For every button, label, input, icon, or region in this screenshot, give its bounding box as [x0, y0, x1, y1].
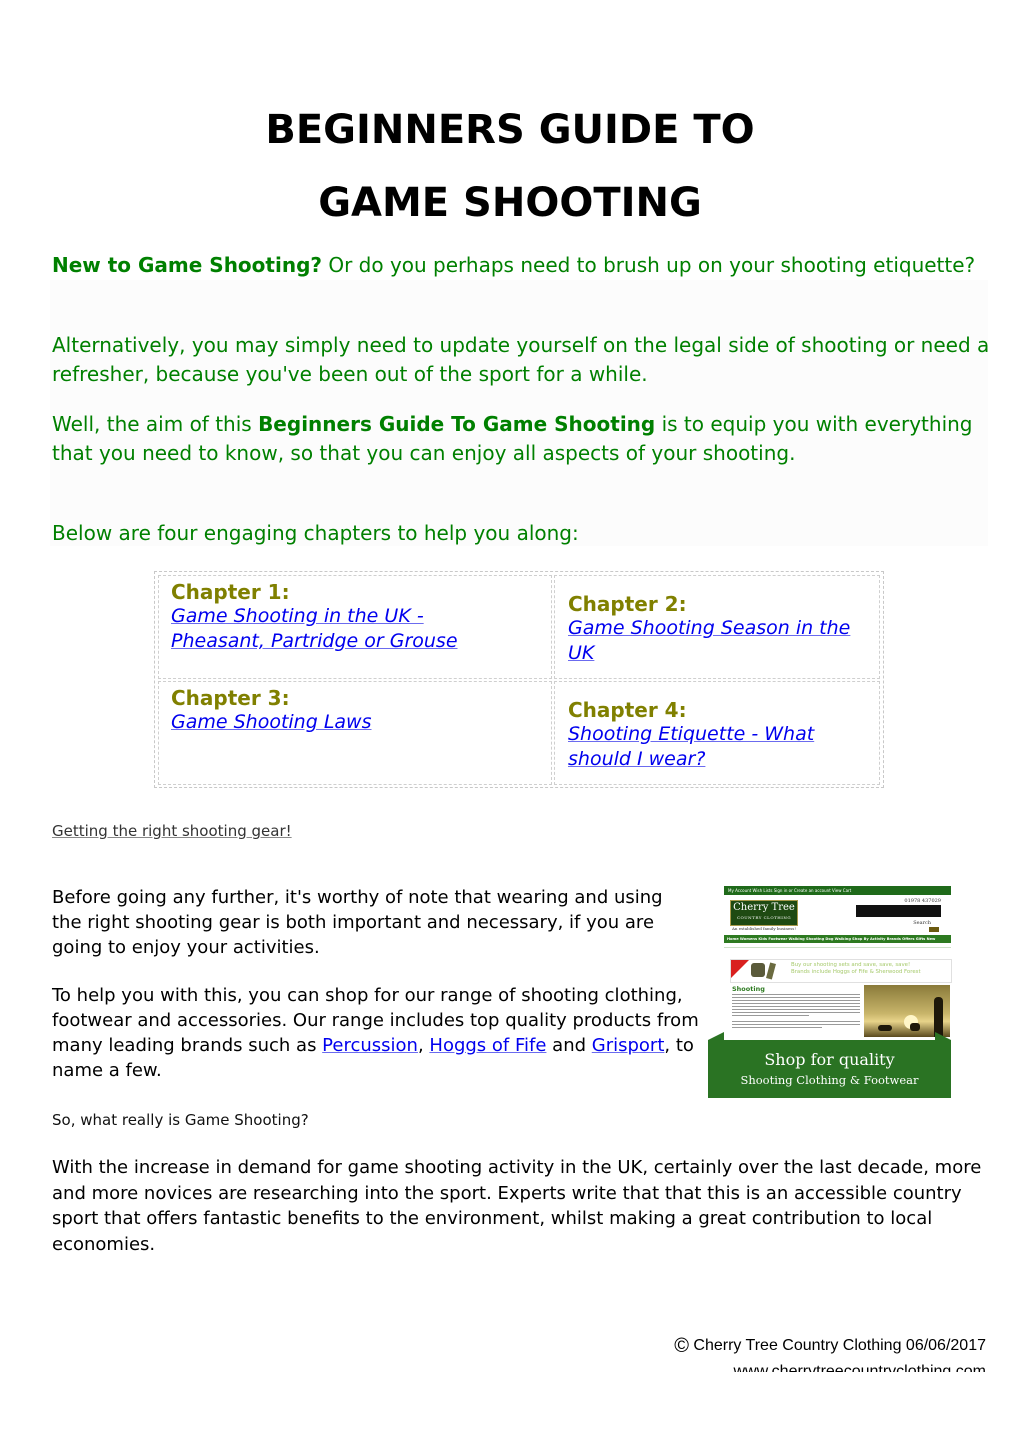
jacket-icon [751, 963, 765, 977]
banner-logo-sub: COUNTRY CLOTHING [736, 915, 792, 920]
save-ribbon-icon [731, 960, 749, 978]
banner-promo: Buy our shooting sets and save, save, sa… [730, 959, 952, 983]
gear-paragraph-1: Before going any further, it's worthy of… [52, 887, 663, 958]
banner-cta: Shop for quality Shooting Clothing & Foo… [708, 1040, 951, 1098]
chapter-cell-4: Chapter 4: Shooting Etiquette - What sho… [554, 681, 880, 785]
banner-ribbon-right [935, 1032, 951, 1040]
footer-copyright: © Cherry Tree Country Clothing 06/06/201… [674, 1335, 986, 1358]
chapter-4-label: Chapter 4: [568, 698, 687, 722]
gear-sep-1: , [417, 1035, 430, 1056]
banner-logo-main: Cherry Tree [733, 902, 795, 913]
banner-promo-text: Buy our shooting sets and save, save, sa… [791, 962, 921, 976]
intro-bold-lead: New to Game Shooting? [52, 253, 322, 277]
banner-ribbon-left [708, 1032, 724, 1040]
intro-paragraph-2: Alternatively, you may simply need to up… [52, 333, 990, 386]
chapter-1-label: Chapter 1: [171, 580, 290, 604]
banner-nav-bar: Home Womens Kids Footwear Walking Shooti… [724, 935, 951, 943]
banner-cta-line-1: Shop for quality [764, 1050, 895, 1069]
intro-p3-before: Well, the aim of this [52, 412, 259, 436]
banner-top-bar: My Account Wish Lists Sign in or Create … [724, 886, 951, 895]
banner-tagline: An established family business! [732, 926, 796, 931]
chapter-cell-3: Chapter 3: Game Shooting Laws [158, 681, 552, 785]
banner-section-heading: Shooting [732, 985, 765, 993]
banner-promo-line-2: Brands include Hoggs of Fife & Sherwood … [791, 969, 921, 975]
chapter-cell-2: Chapter 2: Game Shooting Season in the U… [554, 575, 880, 679]
footer-website: www.cherrytreecountryclothing.com [733, 1363, 986, 1372]
chapter-2-link[interactable]: Game Shooting Season in the UK [568, 616, 858, 666]
intro-paragraph-4: Below are four engaging chapters to help… [52, 521, 579, 545]
intro-paragraph-3: Well, the aim of this Beginners Guide To… [52, 410, 992, 467]
banner-top-links: My Account Wish Lists Sign in or Create … [728, 888, 852, 893]
chapter-3-link[interactable]: Game Shooting Laws [171, 710, 491, 735]
page-title-line-1: BEGINNERS GUIDE TO [265, 107, 755, 153]
chapter-cell-1: Chapter 1: Game Shooting in the UK - Phe… [158, 575, 552, 679]
banner-body-text-lines [732, 994, 860, 1030]
dog-silhouette-icon [878, 1025, 892, 1031]
trousers-icon [766, 962, 776, 980]
hunter-silhouette-icon [934, 997, 943, 1037]
gear-paragraph-2: To help you with this, you can shop for … [52, 983, 702, 1083]
footer-copyright-text: Cherry Tree Country Clothing 06/06/2017 [688, 1337, 986, 1354]
page-title-line-2: GAME SHOOTING [318, 180, 702, 226]
chapter-grid: Chapter 1: Game Shooting in the UK - Phe… [154, 571, 884, 788]
banner-search-label: Search [913, 920, 931, 926]
brand-link-hoggs-of-fife[interactable]: Hoggs of Fife [429, 1035, 546, 1056]
shop-banner-ad[interactable]: My Account Wish Lists Sign in or Create … [708, 882, 952, 1098]
intro-p3-bold: Beginners Guide To Game Shooting [258, 412, 656, 436]
banner-cta-line-2: Shooting Clothing & Footwear [740, 1073, 919, 1087]
banner-search-button [929, 927, 939, 932]
what-is-heading: So, what really is Game Shooting? [52, 1111, 309, 1129]
hunter-silhouette-photo [864, 985, 950, 1037]
banner-shipping-box [856, 905, 941, 917]
chapter-3-label: Chapter 3: [171, 686, 290, 710]
brand-link-percussion[interactable]: Percussion [322, 1035, 418, 1056]
intro-paragraph-1: New to Game Shooting? Or do you perhaps … [52, 251, 992, 280]
gear-heading-link[interactable]: Getting the right shooting gear! [52, 822, 292, 840]
banner-promo-line-1: Buy our shooting sets and save, save, sa… [791, 962, 911, 968]
chapter-1-link[interactable]: Game Shooting in the UK - Pheasant, Part… [171, 604, 491, 654]
chapter-2-label: Chapter 2: [568, 592, 687, 616]
banner-nav-items: Home Womens Kids Footwear Walking Shooti… [727, 937, 936, 941]
copyright-icon: © [674, 1335, 689, 1357]
intro-p1-text: Or do you perhaps need to brush up on yo… [321, 253, 976, 277]
chapter-4-link[interactable]: Shooting Etiquette - What should I wear? [568, 722, 858, 772]
gear-sep-2: and [546, 1035, 592, 1056]
banner-phone: 01978 437029 [904, 898, 941, 904]
what-is-paragraph: With the increase in demand for game sho… [52, 1157, 982, 1255]
banner-divider [724, 947, 951, 948]
banner-logo: Cherry Tree COUNTRY CLOTHING [730, 900, 798, 926]
brand-link-grisport[interactable]: Grisport [592, 1035, 665, 1056]
dog-silhouette-icon [910, 1023, 920, 1031]
